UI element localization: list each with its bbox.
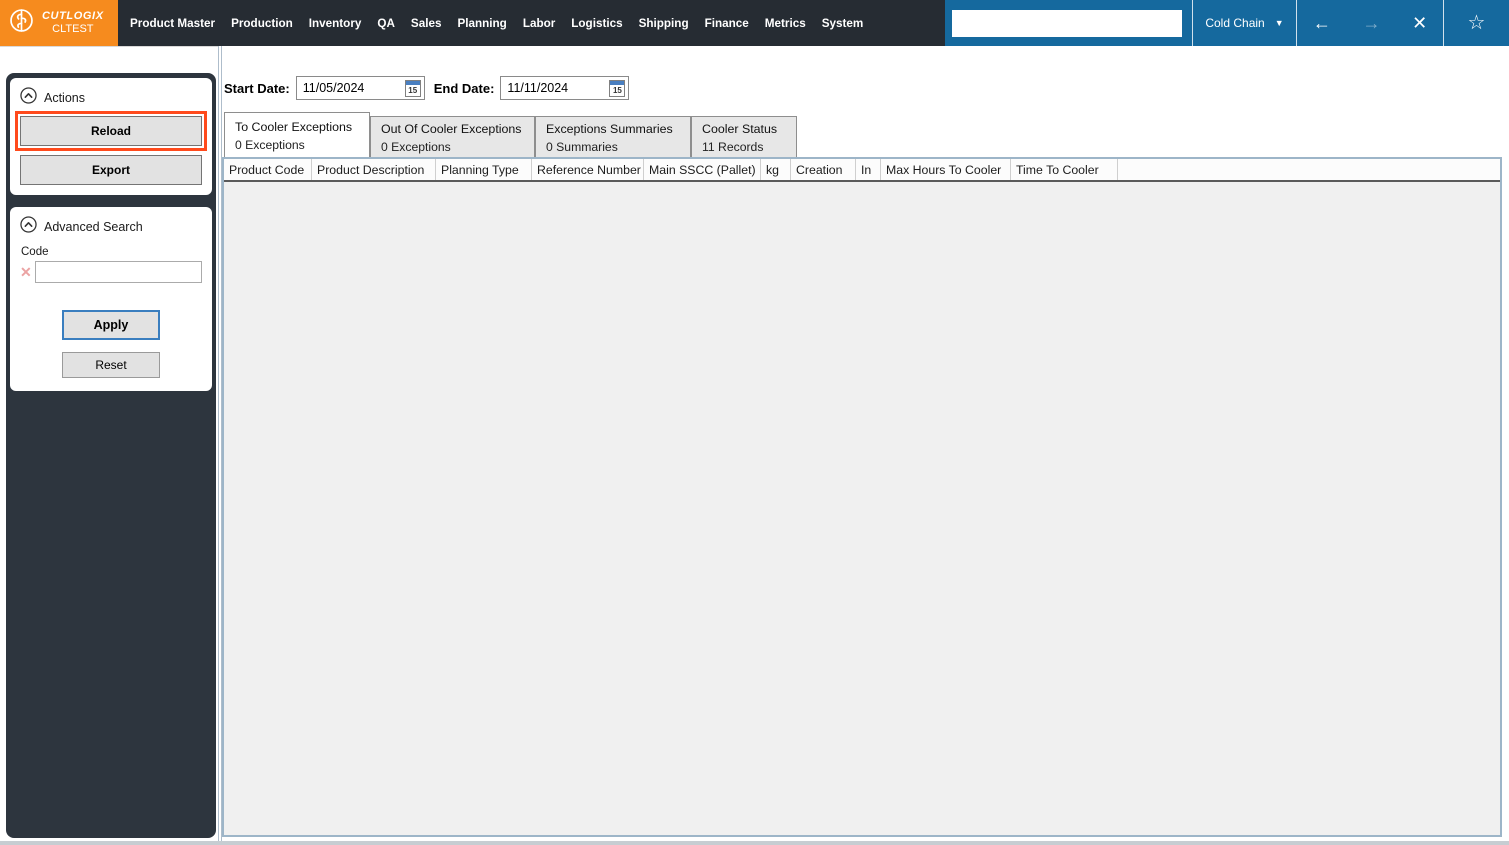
menu-item[interactable]: System (814, 17, 872, 30)
code-label: Code (21, 246, 49, 258)
collapse-chevron-icon (20, 87, 37, 109)
favorite-area: ☆ (1444, 13, 1509, 33)
end-date-field: 15 (500, 76, 630, 100)
sidebar: Actions Reload Export Advanced Search Co… (6, 73, 216, 838)
menu-item[interactable]: Production (223, 17, 301, 30)
menu-item[interactable]: Labor (515, 17, 563, 30)
column-header-filler (1118, 159, 1500, 180)
nav-icons: ← → ✕ (1297, 14, 1443, 32)
end-date-input[interactable] (501, 81, 610, 95)
advanced-search-panel-title: Advanced Search (44, 220, 143, 234)
column-header[interactable]: Product Description (312, 159, 436, 180)
start-date-field: 15 (295, 76, 425, 100)
reset-button[interactable]: Reset (62, 352, 160, 378)
column-header[interactable]: Product Code (224, 159, 312, 180)
date-filter-row: Start Date: 15 End Date: 15 (224, 76, 638, 100)
column-header[interactable]: Main SSCC (Pallet) (644, 159, 761, 180)
actions-panel-title: Actions (44, 91, 85, 105)
module-selector-label: Cold Chain (1205, 16, 1265, 30)
actions-panel-header[interactable]: Actions (20, 84, 202, 116)
tab[interactable]: Exceptions Summaries 0 Summaries (535, 116, 691, 157)
reload-button[interactable]: Reload (15, 111, 207, 151)
advanced-search-panel-header[interactable]: Advanced Search (20, 213, 202, 245)
menu-item[interactable]: Inventory (301, 17, 370, 30)
menu-item[interactable]: Sales (403, 17, 450, 30)
start-date-input[interactable] (296, 81, 405, 95)
global-search-input[interactable] (952, 9, 1182, 37)
menu-item[interactable]: Finance (697, 17, 757, 30)
column-header[interactable]: Planning Type (436, 159, 532, 180)
menu-item[interactable]: Planning (449, 17, 514, 30)
window-bottom-edge (0, 841, 1509, 845)
main-menu: Product Master Production Inventory QA Sales… (118, 0, 871, 46)
search-area (945, 9, 1192, 37)
column-header[interactable]: Time To Cooler (1011, 159, 1118, 180)
table-header-row: Product Code Product Description Planning … (224, 159, 1500, 182)
export-button[interactable]: Export (20, 155, 202, 185)
clear-icon[interactable]: ✕ (20, 265, 32, 279)
column-header[interactable]: Max Hours To Cooler (881, 159, 1011, 180)
menu-item[interactable]: Product Master (122, 17, 223, 30)
module-selector[interactable]: Cold Chain ▼ (1193, 16, 1296, 30)
menu-item[interactable]: QA (369, 17, 403, 30)
collapse-chevron-icon (20, 216, 37, 238)
brand-name: CUTLOGIX (42, 10, 104, 23)
advanced-search-panel: Advanced Search Code ✕ Apply Reset (10, 207, 212, 391)
column-header[interactable]: Creation (791, 159, 856, 180)
topbar-right-section: Cold Chain ▼ ← → ✕ ☆ (945, 0, 1509, 46)
tab[interactable]: Cooler Status 11 Records (691, 116, 797, 157)
tab[interactable]: To Cooler Exceptions 0 Exceptions (224, 112, 370, 157)
end-date-label: End Date: (433, 80, 495, 96)
tab[interactable]: Out Of Cooler Exceptions 0 Exceptions (370, 116, 535, 157)
column-header[interactable]: Reference Number (532, 159, 644, 180)
menu-item[interactable]: Logistics (563, 17, 630, 30)
topbar: CUTLOGIX CLTEST Product Master Production… (0, 0, 1509, 46)
forward-arrow-icon[interactable]: → (1362, 14, 1380, 32)
start-date-label: Start Date: (224, 80, 290, 96)
main-content: Start Date: 15 End Date: 15 To Cooler Ex… (222, 46, 1509, 845)
apply-button[interactable]: Apply (62, 310, 160, 340)
menu-item[interactable]: Metrics (757, 17, 814, 30)
column-header[interactable]: In (856, 159, 881, 180)
back-arrow-icon[interactable]: ← (1313, 14, 1331, 32)
table-body[interactable] (224, 182, 1500, 835)
favorite-star-icon[interactable]: ☆ (1468, 13, 1486, 33)
data-table: Product Code Product Description Planning … (222, 157, 1502, 837)
close-icon[interactable]: ✕ (1412, 14, 1427, 32)
calendar-icon[interactable]: 15 (609, 79, 626, 97)
column-header[interactable]: kg (761, 159, 791, 180)
menu-item[interactable]: Shipping (631, 17, 697, 30)
calendar-icon[interactable]: 15 (404, 79, 421, 97)
actions-panel: Actions Reload Export (10, 78, 212, 195)
tab-strip: To Cooler Exceptions 0 Exceptions Out Of… (224, 112, 797, 157)
brand-icon (8, 7, 35, 39)
chevron-down-icon: ▼ (1274, 18, 1284, 28)
code-input[interactable] (34, 261, 202, 283)
logo-block[interactable]: CUTLOGIX CLTEST (0, 0, 118, 46)
environment-name: CLTEST (52, 23, 94, 35)
